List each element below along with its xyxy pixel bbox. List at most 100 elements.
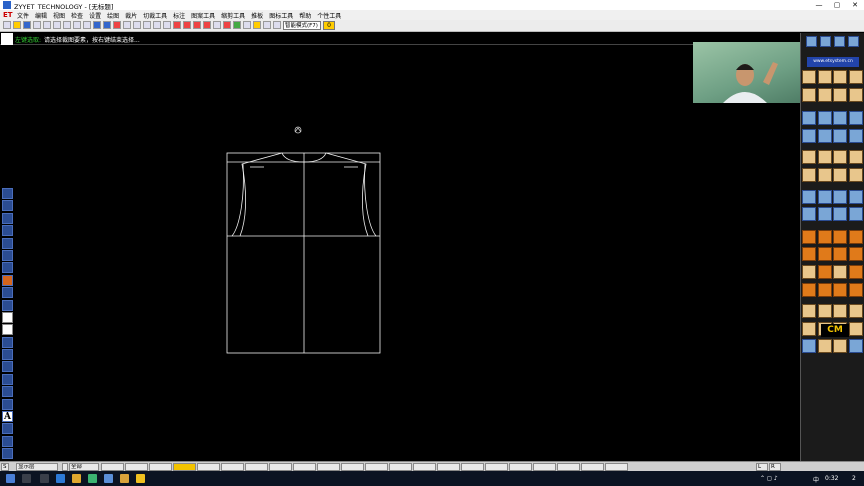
right-tool-icon[interactable] — [802, 168, 816, 182]
tool-angle-icon[interactable] — [2, 299, 13, 311]
right-tool-icon[interactable] — [848, 207, 863, 222]
panel-header-icon[interactable] — [806, 36, 817, 47]
right-tool-icon[interactable] — [833, 207, 847, 222]
split-icon[interactable] — [183, 21, 191, 29]
tool-ruler-icon[interactable] — [2, 349, 13, 361]
right-tool-icon[interactable] — [817, 265, 832, 279]
right-tool-icon[interactable] — [802, 339, 816, 354]
right-tool-icon[interactable] — [817, 87, 832, 102]
layer-cell[interactable] — [509, 463, 532, 471]
tool-curve-icon[interactable] — [2, 200, 13, 212]
drawing-canvas[interactable] — [14, 46, 799, 459]
right-tool-icon[interactable] — [817, 282, 832, 297]
right-tool-icon[interactable] — [817, 111, 832, 126]
right-tool-icon[interactable] — [848, 189, 863, 204]
task-view-icon[interactable] — [40, 474, 49, 483]
tool-text-icon[interactable]: A — [2, 411, 13, 423]
panel-header-icon[interactable] — [848, 36, 859, 47]
right-tool-icon[interactable] — [833, 128, 847, 143]
right-tool-icon[interactable] — [833, 304, 847, 319]
right-tool-icon[interactable] — [802, 265, 816, 279]
menu-icon-tools[interactable]: 图标工具 — [266, 11, 296, 20]
menu-check[interactable]: 检查 — [68, 11, 86, 20]
right-tool-icon[interactable] — [802, 128, 816, 143]
layer-cell[interactable] — [269, 463, 292, 471]
number-field[interactable]: 0 — [323, 21, 335, 30]
layer-cell[interactable] — [389, 463, 412, 471]
select-icon[interactable] — [113, 21, 121, 29]
open-file-icon[interactable] — [13, 21, 21, 29]
menu-file[interactable]: 文件 — [14, 11, 32, 20]
close-button[interactable]: ✕ — [846, 0, 864, 10]
right-tool-icon[interactable] — [848, 70, 863, 84]
search-icon[interactable] — [22, 474, 31, 483]
menu-grading[interactable]: 推板 — [248, 11, 266, 20]
layer-cell[interactable] — [197, 463, 220, 471]
menu-annotate[interactable]: 标注 — [170, 11, 188, 20]
minimize-button[interactable]: — — [810, 0, 828, 10]
layer-cell[interactable] — [173, 463, 196, 471]
tool-mark-icon[interactable] — [2, 361, 13, 373]
tool-house-icon[interactable] — [2, 311, 13, 323]
menu-cut-tools[interactable]: 切裁工具 — [140, 11, 170, 20]
right-tool-icon[interactable] — [802, 189, 816, 204]
layer-cell[interactable] — [317, 463, 340, 471]
right-side-seam[interactable] — [364, 163, 377, 237]
layer-cell[interactable] — [581, 463, 604, 471]
app-green-icon[interactable] — [88, 474, 97, 483]
maximize-button[interactable]: ▢ — [828, 0, 846, 10]
right-tool-icon[interactable] — [848, 150, 863, 165]
tool-notch-icon[interactable] — [2, 373, 13, 385]
right-tool-icon[interactable] — [833, 282, 847, 297]
right-tool-icon[interactable] — [848, 304, 863, 319]
right-front-piece[interactable] — [303, 152, 369, 237]
layer-cell[interactable] — [365, 463, 388, 471]
tool-adjust-icon[interactable] — [2, 274, 13, 286]
layer-cell[interactable] — [245, 463, 268, 471]
tool-parallel-icon[interactable] — [2, 237, 13, 249]
right-tool-icon[interactable] — [817, 128, 832, 143]
layer-cell[interactable] — [533, 463, 556, 471]
layer-cell[interactable] — [149, 463, 172, 471]
right-tool-icon[interactable] — [817, 247, 832, 262]
menu-edit[interactable]: 编辑 — [32, 11, 50, 20]
right-tool-icon[interactable] — [817, 150, 832, 165]
right-tool-icon[interactable] — [802, 150, 816, 165]
right-tool-icon[interactable] — [848, 282, 863, 297]
tool-grade-icon[interactable] — [2, 386, 13, 398]
layer-mode-key[interactable]: S — [1, 463, 9, 471]
menu-shrink-tools[interactable]: 缩剪工具 — [218, 11, 248, 20]
right-tool-icon[interactable] — [802, 87, 816, 102]
grid-icon[interactable] — [243, 21, 251, 29]
left-side-seam[interactable] — [231, 163, 244, 237]
menu-view[interactable]: 视图 — [50, 11, 68, 20]
app-blue-icon[interactable] — [104, 474, 113, 483]
tool-line-icon[interactable] — [2, 212, 13, 224]
curve-icon[interactable] — [203, 21, 211, 29]
right-tool-icon[interactable] — [817, 229, 832, 244]
tool-arrow-icon[interactable] — [2, 448, 13, 460]
tool-fold-icon[interactable] — [2, 336, 13, 348]
layer-cell[interactable] — [341, 463, 364, 471]
right-tool-icon[interactable] — [833, 70, 847, 84]
point-icon[interactable] — [123, 21, 131, 29]
menu-draw[interactable]: 绘图 — [104, 11, 122, 20]
tool-point-icon[interactable] — [2, 262, 13, 274]
mode-select[interactable]: 智能模式(F7) — [283, 21, 321, 30]
right-tool-icon[interactable] — [817, 339, 832, 354]
menu-help[interactable]: 帮助 — [296, 11, 314, 20]
measure-icon[interactable] — [153, 21, 161, 29]
right-tool-icon[interactable] — [802, 304, 816, 319]
folder-icon[interactable] — [136, 474, 145, 483]
menu-settings[interactable]: 设置 — [86, 11, 104, 20]
left-front-piece[interactable] — [239, 152, 305, 237]
panel-header-icon[interactable] — [820, 36, 831, 47]
tool-measure-icon[interactable] — [2, 287, 13, 299]
right-tool-icon[interactable] — [848, 321, 863, 336]
on-icon[interactable] — [263, 21, 271, 29]
right-tool-icon[interactable] — [848, 168, 863, 182]
lock-icon[interactable] — [273, 21, 281, 29]
right-tool-icon[interactable] — [817, 70, 832, 84]
angle-icon[interactable] — [193, 21, 201, 29]
layer-cell[interactable] — [605, 463, 628, 471]
